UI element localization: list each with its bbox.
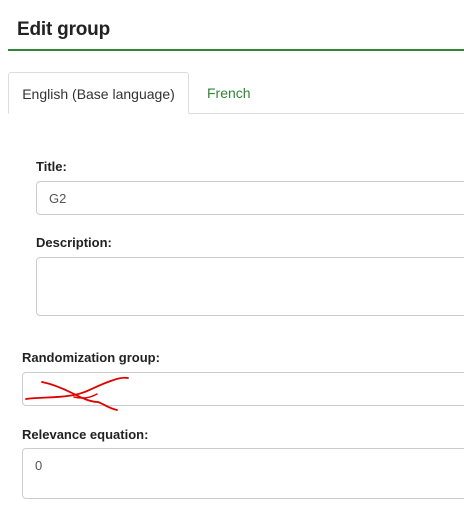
title-input[interactable] [36,181,464,215]
language-tabs: English (Base language) French [8,72,464,114]
edit-group-page: Edit group English (Base language) Frenc… [0,0,464,532]
relevance-equation-textarea[interactable]: 0 [22,448,464,499]
page-header: Edit group [8,0,464,51]
randomization-group-input[interactable] [22,372,464,406]
randomization-group-label: Randomization group: [22,350,160,365]
tab-french[interactable]: French [207,72,251,114]
description-label: Description: [36,235,112,250]
relevance-equation-label: Relevance equation: [22,427,149,442]
description-textarea[interactable] [36,257,464,316]
title-label: Title: [36,159,67,174]
page-title: Edit group [17,19,110,40]
tab-english-base-language[interactable]: English (Base language) [8,72,189,114]
